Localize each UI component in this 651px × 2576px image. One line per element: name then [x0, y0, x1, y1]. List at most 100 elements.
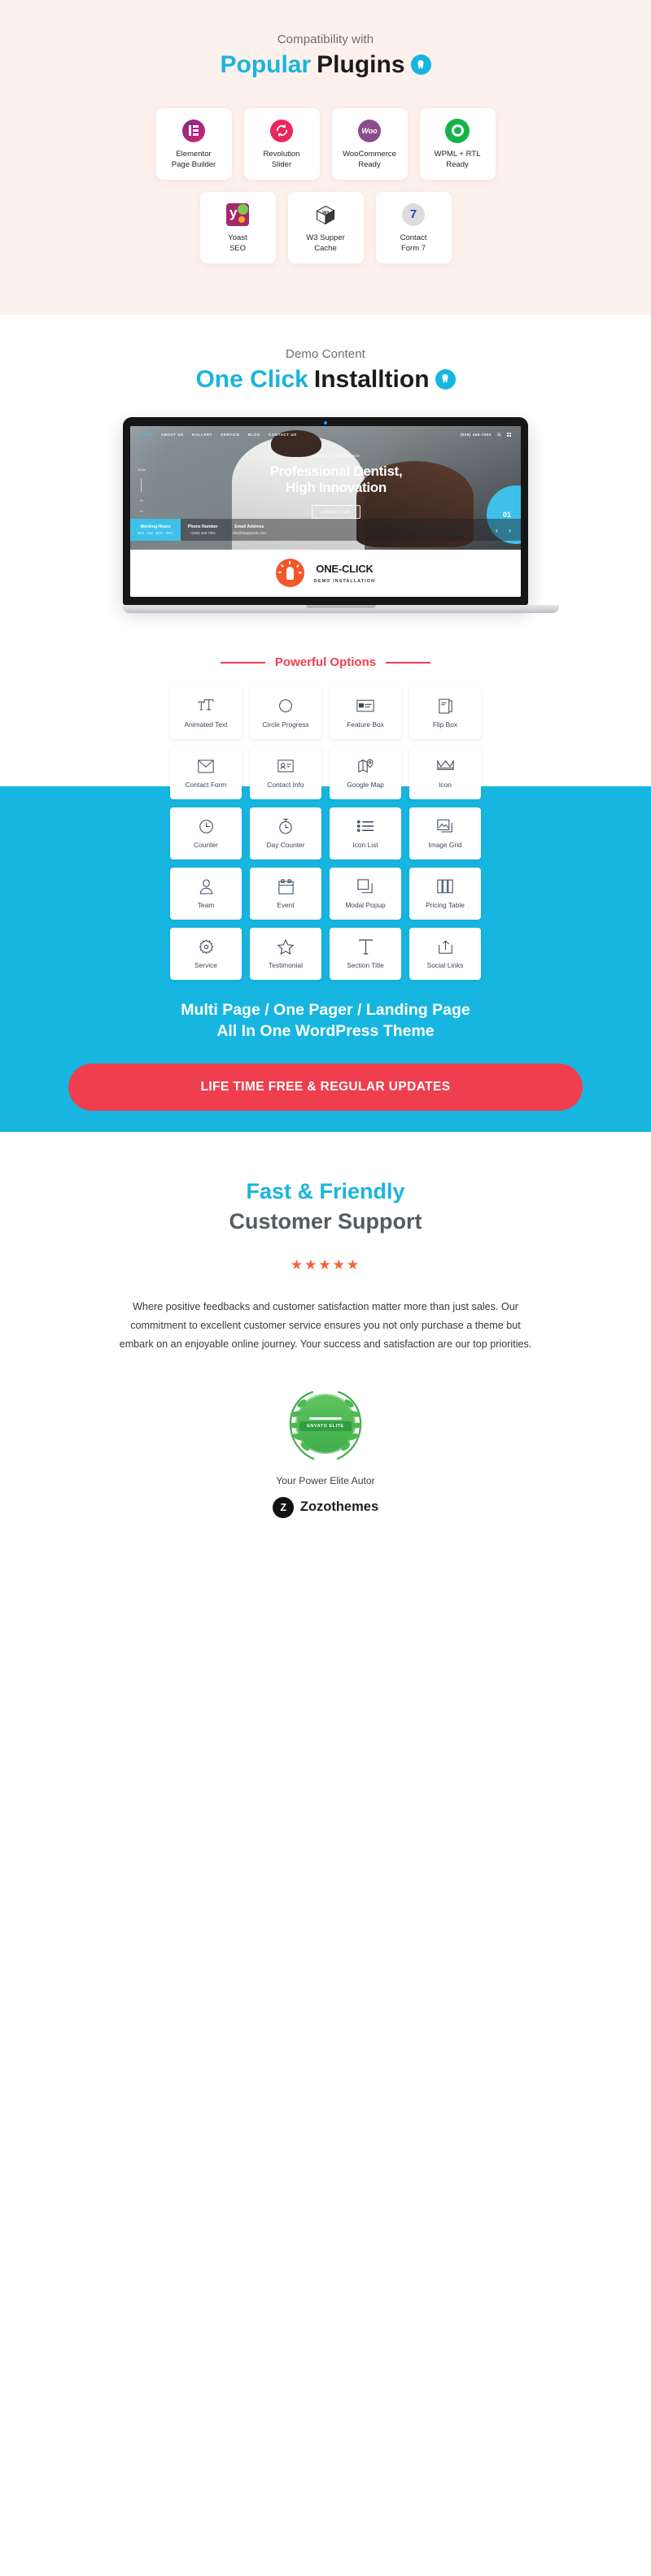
search-icon[interactable] [497, 433, 501, 437]
option-card-service[interactable]: Service [170, 928, 242, 980]
plugin-label-line1: Revolution [263, 149, 300, 159]
grid-icon[interactable] [507, 433, 511, 437]
option-card-testimonial[interactable]: Testimonial [250, 928, 321, 980]
crown-icon [436, 758, 454, 774]
option-label: Counter [194, 841, 218, 849]
option-card-image-grid[interactable]: Image Grid [409, 807, 481, 859]
plugin-label-line2: Ready [446, 159, 469, 169]
demo-eyebrow: Demo Content [286, 346, 365, 361]
clock-icon [199, 818, 214, 834]
nav-item-home[interactable]: HOME [140, 433, 153, 437]
option-label: Circle Progress [262, 720, 309, 729]
plugin-label-line2: Ready [358, 159, 381, 169]
wpml-icon [445, 117, 470, 145]
info-title: Phone Number [187, 524, 218, 530]
hero-info-bar: Working Hours Mon - Sun : 9Am - 8Pm Phon… [130, 519, 521, 542]
option-card-event[interactable]: Event [250, 868, 321, 920]
plugin-label-line2: Cache [314, 243, 337, 253]
option-label: Feature Box [347, 720, 384, 729]
nav-item-service[interactable]: SERVICE [221, 433, 240, 437]
person-icon [199, 878, 213, 894]
share-icon [438, 938, 453, 955]
rule-left [220, 661, 265, 664]
hero-title: Professional Dentist, High Innovation [151, 463, 521, 496]
plugin-card-w3-super-cache[interactable]: W3 W3 Supper Cache [287, 191, 364, 263]
lifetime-updates-button[interactable]: LIFE TIME FREE & REGULAR UPDATES [68, 1063, 583, 1111]
tooth-icon [435, 368, 456, 389]
option-card-circle-progress[interactable]: Circle Progress [250, 687, 321, 739]
option-label: Contact Form [185, 781, 227, 789]
woocommerce-icon: Woo [358, 117, 381, 145]
option-card-counter[interactable]: Counter [170, 807, 242, 859]
stopwatch-icon [278, 818, 293, 834]
plugins-heading-accent: Popular [220, 51, 312, 78]
plugin-cards: Elementor Page Builder Revolution Slider… [0, 107, 651, 263]
option-card-modal-popup[interactable]: Modal Popup [330, 868, 401, 920]
plugin-card-yoast-seo[interactable]: y Yoast SEO [199, 191, 276, 263]
brand-row: Z Zozothemes [0, 1496, 651, 1518]
option-card-team[interactable]: Team [170, 868, 242, 920]
gear-icon [199, 938, 214, 955]
feature-box-icon [356, 698, 374, 714]
option-label: Testimonial [269, 961, 303, 969]
info-sub: Mon - Sun : 9Am - 8Pm [138, 531, 173, 536]
plugin-label-line2: SEO [229, 243, 247, 253]
calendar-icon [277, 878, 294, 894]
icon-list-icon [356, 818, 374, 834]
option-card-icon-list[interactable]: Icon List [330, 807, 401, 859]
demo-heading-accent: One Click [195, 365, 308, 393]
hero-contact-button[interactable]: CONTACT US [312, 505, 360, 520]
chevron-right-icon[interactable]: › [509, 526, 511, 534]
option-label: Social Links [426, 961, 464, 969]
author-credit: Your Power Elite Autor [276, 1474, 375, 1486]
option-label: Pricing Table [426, 901, 465, 909]
option-card-contact-info[interactable]: Contact Info [250, 747, 321, 799]
option-label: Modal Popup [345, 901, 386, 909]
star-outline-icon [277, 938, 294, 955]
revolution-slider-icon [270, 117, 293, 145]
plugin-card-wpml[interactable]: WPML + RTL Ready [419, 107, 496, 180]
plugin-label: Revolution Slider [264, 150, 300, 171]
landing-page: Compatibility with Popular Plugins Eleme… [0, 0, 651, 1551]
plugin-card-contact-form-7[interactable]: 7 Contact Form 7 [375, 191, 452, 263]
elite-ribbon: ENVATO ELITE [299, 1421, 352, 1431]
option-card-icon[interactable]: Icon [409, 747, 481, 799]
plugin-card-revolution-slider[interactable]: Revolution Slider [243, 107, 320, 180]
hero-title-line2: High Innovation [286, 480, 387, 496]
plugin-label-line1: Yoast [228, 233, 247, 242]
tooth-icon [410, 54, 431, 76]
hero-title-line1: Professional Dentist, [269, 463, 403, 479]
nav-item-contact[interactable]: CONTACT US [269, 433, 297, 437]
option-card-flip-box[interactable]: Flip Box [409, 687, 481, 739]
plugin-card-woocommerce[interactable]: Woo WooCommerce Ready [331, 107, 408, 180]
rating-stars: ★★★★★ [290, 1256, 361, 1273]
chevron-left-icon[interactable]: ‹ [496, 526, 498, 534]
nav-item-gallery[interactable]: GALLERY [192, 433, 212, 437]
plugin-label-line1: Elementor [176, 149, 212, 159]
plugin-card-elementor[interactable]: Elementor Page Builder [155, 107, 232, 180]
compatibility-section: Compatibility with Popular Plugins Eleme… [0, 0, 651, 315]
option-card-day-counter[interactable]: Day Counter [250, 807, 321, 859]
plugin-label: W3 Supper Cache [306, 233, 345, 255]
support-heading-accent: Fast & Friendly [246, 1178, 405, 1203]
option-card-social-links[interactable]: Social Links [409, 928, 481, 980]
banner-bottom-spacer [0, 1110, 651, 1132]
option-card-pricing-table[interactable]: Pricing Table [409, 868, 481, 920]
option-card-feature-box[interactable]: Feature Box [330, 687, 401, 739]
nav-item-about[interactable]: ABOUT US [161, 433, 184, 437]
nav-item-blog[interactable]: BLOG [248, 433, 260, 437]
support-paragraph: Where positive feedbacks and customer sa… [119, 1300, 532, 1351]
banner-line-1: Multi Page / One Pager / Landing Page [181, 1001, 470, 1019]
info-email-address: Email Address info@happysmile.com [225, 519, 273, 541]
option-card-contact-form[interactable]: Contact Form [170, 747, 242, 799]
plugin-label-line1: WPML + RTL [434, 149, 481, 159]
pricing-table-icon [437, 878, 453, 894]
option-label: Icon List [352, 841, 378, 849]
option-card-section-title[interactable]: Section Title [330, 928, 401, 980]
info-title: Working Hours [140, 524, 171, 530]
option-card-animated-text[interactable]: Animated Text [170, 687, 242, 739]
theme-banner: Multi Page / One Pager / Landing Page Al… [0, 990, 651, 1042]
info-working-hours: Working Hours Mon - Sun : 9Am - 8Pm [130, 519, 181, 542]
info-sub: info@happysmile.com [232, 531, 266, 536]
option-card-google-map[interactable]: Google Map [330, 747, 401, 799]
